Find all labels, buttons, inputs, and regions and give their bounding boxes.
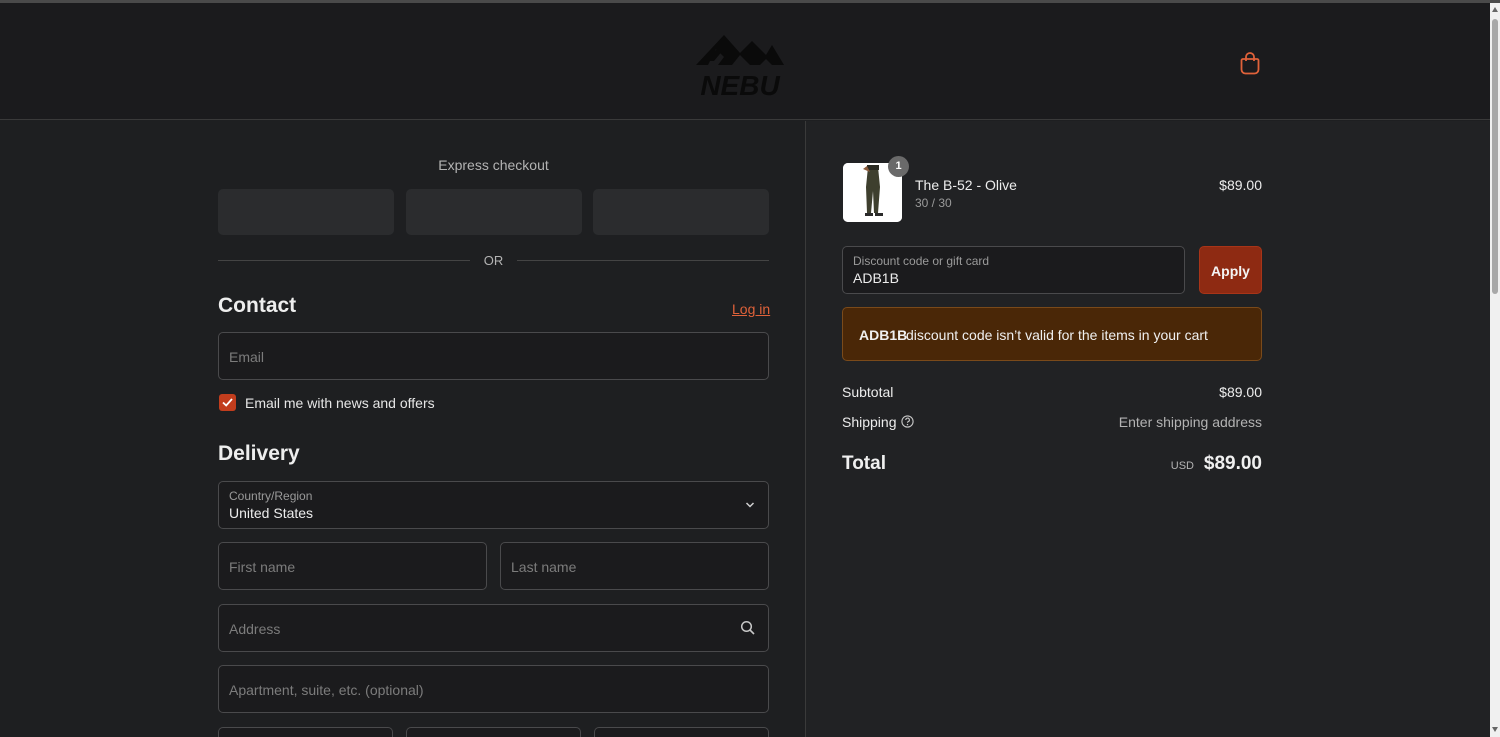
express-pay-button-3[interactable]	[593, 189, 769, 235]
scroll-up-arrow-icon[interactable]	[1492, 7, 1498, 12]
shipping-value: Enter shipping address	[1118, 414, 1262, 430]
help-circle-icon[interactable]	[901, 415, 914, 428]
order-summary-panel: 1 The B-52 - Olive 30 / 30 $89.00 Discou…	[806, 121, 1490, 737]
discount-label: Discount code or gift card	[853, 254, 990, 268]
or-divider-right	[517, 260, 769, 261]
apartment-field[interactable]: Apartment, suite, etc. (optional)	[218, 665, 769, 713]
express-checkout-title: Express checkout	[438, 157, 549, 173]
product-variant: 30 / 30	[915, 196, 952, 210]
or-divider-text: OR	[483, 253, 504, 268]
country-select[interactable]: Country/Region United States	[218, 481, 769, 529]
email-field[interactable]: Email	[218, 332, 769, 380]
total-label: Total	[842, 453, 886, 474]
discount-code-field[interactable]: Discount code or gift card ADB1B	[842, 246, 1185, 294]
discount-value: ADB1B	[853, 270, 899, 286]
country-label: Country/Region	[229, 489, 313, 503]
total-currency: USD	[1170, 460, 1194, 472]
login-link[interactable]: Log in	[732, 301, 770, 317]
chevron-down-icon	[745, 502, 755, 508]
country-value: United States	[229, 505, 314, 521]
apartment-placeholder: Apartment, suite, etc. (optional)	[229, 682, 424, 698]
subtotal-value: $89.00	[1219, 384, 1262, 400]
last-name-placeholder: Last name	[511, 559, 577, 575]
express-pay-button-2[interactable]	[406, 189, 582, 235]
site-header: NEBU	[0, 3, 1490, 120]
or-divider-left	[218, 260, 470, 261]
checkout-form-panel: Express checkout OR Contact Log in Email…	[0, 121, 805, 737]
city-field[interactable]	[218, 727, 393, 737]
subtotal-label: Subtotal	[842, 384, 894, 400]
error-message: discount code isn’t valid for the items …	[906, 327, 1208, 343]
nebu-logo[interactable]: NEBU	[694, 27, 786, 97]
shipping-label: Shipping	[842, 414, 897, 430]
state-field[interactable]	[406, 727, 581, 737]
delivery-heading: Delivery	[218, 442, 300, 465]
zip-field[interactable]	[594, 727, 769, 737]
logo-text: NEBU	[700, 70, 780, 97]
first-name-field[interactable]: First name	[218, 542, 487, 590]
newsletter-label: Email me with news and offers	[245, 395, 435, 411]
email-placeholder: Email	[229, 349, 265, 365]
last-name-field[interactable]: Last name	[500, 542, 769, 590]
apply-discount-button[interactable]: Apply	[1199, 246, 1262, 294]
search-icon[interactable]	[740, 620, 756, 636]
scroll-down-arrow-icon[interactable]	[1492, 727, 1498, 732]
express-pay-button-1[interactable]	[218, 189, 394, 235]
page-scrollbar[interactable]	[1490, 3, 1500, 737]
product-name: The B-52 - Olive	[915, 177, 1017, 193]
checkmark-icon	[222, 398, 233, 407]
shopping-bag-icon[interactable]	[1239, 51, 1261, 75]
quantity-badge: 1	[888, 156, 909, 177]
error-code: ADB1B	[859, 327, 908, 343]
address-placeholder: Address	[229, 621, 281, 637]
scrollbar-thumb[interactable]	[1492, 19, 1498, 294]
first-name-placeholder: First name	[229, 559, 296, 575]
total-value: $89.00	[1203, 453, 1262, 474]
contact-heading: Contact	[218, 294, 297, 317]
newsletter-checkbox[interactable]	[219, 394, 236, 411]
discount-error-alert: ADB1B discount code isn’t valid for the …	[842, 307, 1262, 361]
address-field[interactable]: Address	[218, 604, 769, 652]
product-price: $89.00	[1219, 177, 1262, 193]
